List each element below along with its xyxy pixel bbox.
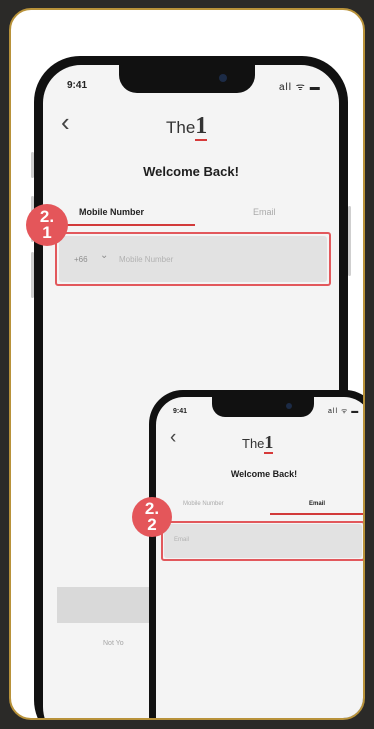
highlight-frame bbox=[55, 232, 331, 286]
step-sub-number: 1 bbox=[42, 223, 52, 242]
tutorial-card: 9:41 all ᯤ ▬ ‹ The1 Welcome Back! Mobile… bbox=[9, 8, 365, 720]
brand-mark: 1 bbox=[195, 113, 208, 141]
highlight-frame bbox=[161, 521, 363, 561]
the1-logo: The1 bbox=[166, 113, 208, 141]
status-icons: all ᯤ ▬ bbox=[328, 408, 360, 415]
active-tab-indicator bbox=[65, 224, 195, 226]
step-sub-number: 2 bbox=[147, 515, 157, 534]
back-arrow-icon[interactable]: ‹ bbox=[170, 427, 176, 449]
brand-text: The bbox=[166, 118, 196, 137]
the1-logo: The1 bbox=[242, 432, 274, 454]
status-time: 9:41 bbox=[67, 80, 88, 91]
camera-icon bbox=[286, 403, 292, 409]
tab-email[interactable]: Email bbox=[309, 501, 325, 507]
phone-side-button bbox=[31, 152, 34, 178]
phone-mockup-email: 9:41 all ᯤ ▬ ‹ The1 Welcome Back! Mobile… bbox=[149, 390, 363, 718]
page-title: Welcome Back! bbox=[143, 164, 239, 179]
brand-mark: 1 bbox=[264, 432, 274, 454]
camera-icon bbox=[219, 74, 227, 82]
status-time: 9:41 bbox=[173, 408, 188, 415]
step-badge-2-1: 2. 1 bbox=[26, 204, 68, 246]
page-title: Welcome Back! bbox=[230, 469, 298, 479]
status-icons: all ᯤ ▬ bbox=[279, 82, 321, 93]
phone-side-button bbox=[31, 252, 34, 298]
tab-email[interactable]: Email bbox=[253, 207, 276, 217]
active-tab-indicator bbox=[270, 513, 363, 515]
not-you-link[interactable]: Not Yo bbox=[103, 640, 124, 647]
phone-notch bbox=[119, 65, 255, 93]
tab-mobile-number[interactable]: Mobile Number bbox=[79, 207, 144, 217]
back-arrow-icon[interactable]: ‹ bbox=[61, 107, 70, 138]
step-badge-2-2: 2. 2 bbox=[132, 497, 172, 537]
login-screen-email: 9:41 all ᯤ ▬ ‹ The1 Welcome Back! Mobile… bbox=[156, 397, 363, 718]
brand-text: The bbox=[242, 436, 265, 451]
phone-notch bbox=[212, 397, 314, 417]
tab-mobile-number[interactable]: Mobile Number bbox=[183, 501, 224, 507]
phone-side-button bbox=[348, 206, 351, 276]
